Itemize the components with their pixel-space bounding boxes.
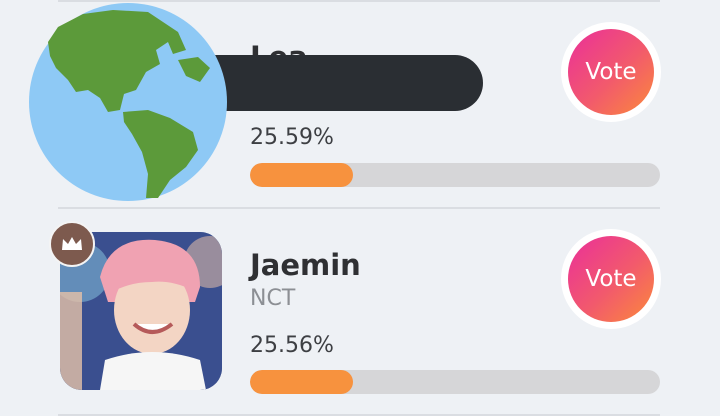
candidate-group: NCT bbox=[250, 286, 296, 311]
candidate-name: Jaemin bbox=[250, 248, 361, 282]
vote-button-ring: Vote bbox=[561, 229, 661, 329]
vote-progress-bar bbox=[250, 370, 660, 394]
vote-progress-fill bbox=[250, 370, 353, 394]
crown-icon bbox=[49, 221, 95, 267]
vote-percentage: 25.56% bbox=[250, 333, 334, 358]
candidate-row-2: Jaemin NCT 25.56% Vote bbox=[0, 0, 720, 416]
vote-button[interactable]: Vote bbox=[568, 236, 654, 322]
